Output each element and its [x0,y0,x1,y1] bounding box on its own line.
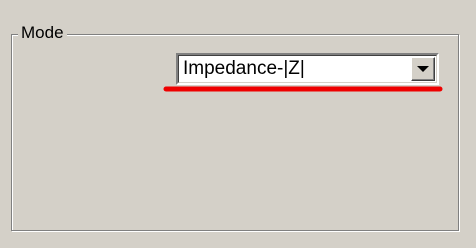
mode-combobox[interactable]: Impedance-|Z| [176,53,439,85]
mode-combobox-value: Impedance-|Z| [183,58,305,79]
mode-group-title: Mode [18,22,67,44]
mode-dropdown-button[interactable] [411,57,435,81]
annotation-underline [163,86,443,92]
chevron-down-icon [417,66,429,72]
mode-combobox-field[interactable]: Impedance-|Z| [178,55,437,83]
